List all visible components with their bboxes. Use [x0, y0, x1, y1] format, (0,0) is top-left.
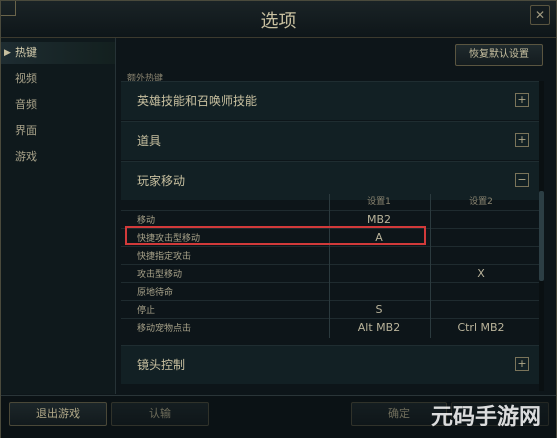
- row-label: 停止: [137, 306, 156, 316]
- hotkey-cell-set2[interactable]: Ctrl MB2: [431, 321, 531, 337]
- expand-icon[interactable]: +: [515, 357, 529, 371]
- column-header-set1: 设置1: [367, 197, 391, 207]
- hotkey-cell-set1[interactable]: S: [329, 303, 429, 319]
- section-title: 道具: [137, 134, 162, 148]
- hotkey-cell-set2[interactable]: [431, 285, 531, 301]
- scroll-thumb[interactable]: [539, 191, 544, 281]
- section-title: 玩家移动: [137, 174, 186, 188]
- hotkey-cell-set2[interactable]: [431, 231, 531, 247]
- table-row: 快捷指定攻击: [121, 246, 539, 265]
- hotkey-cell-set2[interactable]: [431, 213, 531, 229]
- table-row: 移动宠物点击 Alt MB2 Ctrl MB2: [121, 318, 539, 337]
- row-label: 原地待命: [137, 288, 174, 298]
- sidebar-item-label: 界面: [15, 124, 37, 137]
- sidebar-item-video[interactable]: 视频: [1, 68, 115, 90]
- row-label: 快捷指定攻击: [137, 252, 192, 262]
- scrollbar[interactable]: [539, 81, 544, 391]
- hotkey-cell-set1[interactable]: [329, 267, 429, 283]
- sidebar-item-label: 音频: [15, 98, 37, 111]
- hotkey-cell-set2[interactable]: [431, 249, 531, 265]
- sidebar-item-audio[interactable]: 音频: [1, 94, 115, 116]
- row-label: 移动宠物点击: [137, 324, 192, 334]
- section-items[interactable]: 道具 +: [121, 121, 539, 160]
- watermark-logo: 元码手游网: [431, 405, 542, 430]
- title-bar: 选项 ✕: [1, 1, 556, 38]
- section-title: 镜头控制: [137, 358, 186, 372]
- window-title: 选项: [260, 11, 297, 32]
- section-camera-control[interactable]: 镜头控制 +: [121, 345, 539, 384]
- table-row: 停止 S: [121, 300, 539, 319]
- hotkey-cell-set1[interactable]: [329, 285, 429, 301]
- highlight-box: [125, 226, 426, 245]
- exit-game-button[interactable]: 退出游戏: [9, 402, 107, 426]
- hotkey-cell-set2[interactable]: [431, 303, 531, 319]
- sidebar-item-interface[interactable]: 界面: [1, 120, 115, 142]
- column-header-set2: 设置2: [469, 197, 493, 207]
- chevron-right-icon: ▶: [4, 48, 11, 58]
- column-divider: [430, 194, 431, 338]
- hotkey-cell-set2[interactable]: X: [431, 267, 531, 283]
- hotkey-cell-set1[interactable]: [329, 249, 429, 265]
- expand-icon[interactable]: +: [515, 93, 529, 107]
- column-divider: [329, 194, 330, 338]
- sidebar-item-game[interactable]: 游戏: [1, 146, 115, 168]
- sidebar-item-hotkeys[interactable]: ▶ 热键: [1, 42, 115, 64]
- sidebar-item-label: 视频: [15, 72, 37, 85]
- close-icon[interactable]: ✕: [530, 5, 550, 25]
- table-header: 设置1 设置2: [121, 194, 539, 210]
- section-abilities[interactable]: 英雄技能和召唤师技能 +: [121, 81, 539, 120]
- row-label: 攻击型移动: [137, 270, 183, 280]
- expand-icon[interactable]: +: [515, 133, 529, 147]
- options-window: 选项 ✕ ▶ 热键 视频 音频 界面 游戏 恢复默认设置 额外热键 英雄技能和召…: [0, 0, 557, 438]
- restore-defaults-button[interactable]: 恢复默认设置: [455, 44, 543, 66]
- hotkey-cell-set1[interactable]: Alt MB2: [329, 321, 429, 337]
- section-title: 英雄技能和召唤师技能: [137, 94, 258, 108]
- sidebar-item-label: 热键: [15, 46, 37, 59]
- surrender-button[interactable]: 认输: [111, 402, 209, 426]
- sidebar: ▶ 热键 视频 音频 界面 游戏: [1, 38, 116, 394]
- table-row: 原地待命: [121, 282, 539, 301]
- table-row: 攻击型移动 X: [121, 264, 539, 283]
- collapse-icon[interactable]: −: [515, 173, 529, 187]
- row-label: 移动: [137, 216, 156, 226]
- sidebar-item-label: 游戏: [15, 150, 37, 163]
